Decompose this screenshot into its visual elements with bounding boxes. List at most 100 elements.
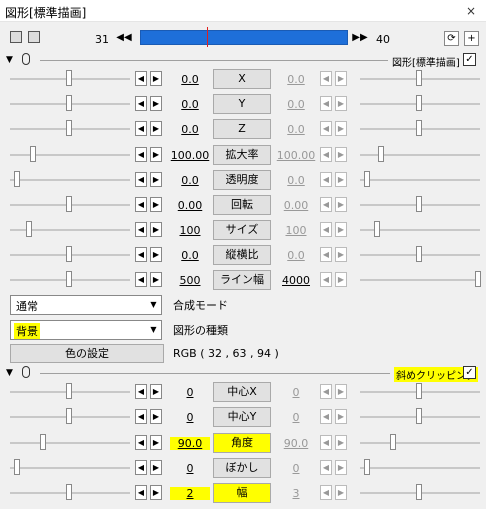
param-button[interactable]: 角度 [213, 433, 271, 453]
start-value[interactable]: 0 [170, 462, 210, 475]
left-slider-track[interactable] [10, 467, 130, 469]
increment-icon[interactable]: ▶ [335, 147, 347, 162]
start-value[interactable]: 0 [170, 411, 210, 424]
right-slider-track[interactable] [360, 279, 480, 281]
blend-mode-select[interactable]: 通常 ▼ [10, 295, 162, 315]
left-slider-thumb[interactable] [14, 171, 20, 187]
decrement-icon[interactable]: ◀ [135, 460, 147, 475]
param-button[interactable]: 拡大率 [213, 145, 271, 165]
increment-icon[interactable]: ▶ [335, 384, 347, 399]
start-value[interactable]: 0 [170, 386, 210, 399]
param-button[interactable]: 回転 [213, 195, 271, 215]
loop-icon[interactable]: ⟳ [444, 31, 459, 46]
end-value[interactable]: 0 [276, 462, 316, 475]
end-value[interactable]: 4000 [276, 274, 316, 287]
decrement-icon[interactable]: ◀ [135, 121, 147, 136]
increment-icon[interactable]: ▶ [150, 247, 162, 262]
end-value[interactable]: 100.00 [276, 149, 316, 162]
right-slider-track[interactable] [360, 442, 480, 444]
increment-icon[interactable]: ▶ [150, 147, 162, 162]
increment-icon[interactable]: ▶ [335, 460, 347, 475]
section-enable-checkbox[interactable]: ✓ [463, 366, 476, 379]
left-slider-thumb[interactable] [26, 221, 32, 237]
end-value[interactable]: 90.0 [276, 437, 316, 450]
decrement-icon[interactable]: ◀ [135, 222, 147, 237]
increment-icon[interactable]: ▶ [150, 485, 162, 500]
increment-icon[interactable]: ▶ [335, 96, 347, 111]
decrement-icon[interactable]: ◀ [320, 247, 332, 262]
layer-icon[interactable] [10, 31, 22, 43]
decrement-icon[interactable]: ◀ [320, 409, 332, 424]
increment-icon[interactable]: ▶ [335, 222, 347, 237]
right-slider-thumb[interactable] [416, 70, 422, 86]
left-slider-thumb[interactable] [66, 484, 72, 500]
decrement-icon[interactable]: ◀ [135, 71, 147, 86]
increment-icon[interactable]: ▶ [150, 460, 162, 475]
section-enable-checkbox[interactable]: ✓ [463, 53, 476, 66]
decrement-icon[interactable]: ◀ [135, 435, 147, 450]
end-value[interactable]: 0 [276, 411, 316, 424]
increment-icon[interactable]: ▶ [150, 409, 162, 424]
end-value[interactable]: 0.0 [276, 174, 316, 187]
left-slider-thumb[interactable] [66, 70, 72, 86]
left-slider-track[interactable] [10, 442, 130, 444]
increment-icon[interactable]: ▶ [150, 121, 162, 136]
end-value[interactable]: 0.0 [276, 73, 316, 86]
start-value[interactable]: 500 [170, 274, 210, 287]
timeline-range[interactable] [140, 30, 348, 45]
increment-icon[interactable]: ▶ [150, 272, 162, 287]
increment-icon[interactable]: ▶ [335, 409, 347, 424]
decrement-icon[interactable]: ◀ [320, 272, 332, 287]
close-icon[interactable]: × [456, 0, 486, 22]
left-slider-thumb[interactable] [66, 95, 72, 111]
collapse-arrow-icon[interactable]: ▼ [6, 55, 13, 65]
right-slider-thumb[interactable] [416, 95, 422, 111]
increment-icon[interactable]: ▶ [335, 121, 347, 136]
end-value[interactable]: 0.00 [276, 199, 316, 212]
end-value[interactable]: 0.0 [276, 98, 316, 111]
param-button[interactable]: ぼかし [213, 458, 271, 478]
increment-icon[interactable]: ▶ [150, 384, 162, 399]
start-value[interactable]: 100 [170, 224, 210, 237]
param-button[interactable]: X [213, 69, 271, 89]
end-value[interactable]: 100 [276, 224, 316, 237]
param-button[interactable]: ライン幅 [213, 270, 271, 290]
decrement-icon[interactable]: ◀ [320, 197, 332, 212]
frame-icon[interactable] [28, 31, 40, 43]
left-slider-thumb[interactable] [66, 408, 72, 424]
increment-icon[interactable]: ▶ [335, 435, 347, 450]
left-slider-thumb[interactable] [66, 271, 72, 287]
left-slider-track[interactable] [10, 154, 130, 156]
decrement-icon[interactable]: ◀ [135, 96, 147, 111]
increment-icon[interactable]: ▶ [150, 435, 162, 450]
decrement-icon[interactable]: ◀ [320, 147, 332, 162]
decrement-icon[interactable]: ◀ [135, 409, 147, 424]
collapse-arrow-icon[interactable]: ▼ [6, 368, 13, 378]
right-slider-thumb[interactable] [378, 146, 384, 162]
increment-icon[interactable]: ▶ [335, 272, 347, 287]
param-button[interactable]: サイズ [213, 220, 271, 240]
right-slider-thumb[interactable] [364, 171, 370, 187]
left-slider-track[interactable] [10, 179, 130, 181]
increment-icon[interactable]: ▶ [150, 222, 162, 237]
decrement-icon[interactable]: ◀ [135, 172, 147, 187]
param-button[interactable]: 透明度 [213, 170, 271, 190]
decrement-icon[interactable]: ◀ [320, 96, 332, 111]
playhead-marker[interactable] [207, 27, 208, 47]
decrement-icon[interactable]: ◀ [135, 384, 147, 399]
start-value[interactable]: 90.0 [170, 437, 210, 450]
right-slider-thumb[interactable] [390, 434, 396, 450]
param-button[interactable]: Z [213, 119, 271, 139]
start-value[interactable]: 0.00 [170, 199, 210, 212]
start-value[interactable]: 2 [170, 487, 210, 500]
decrement-icon[interactable]: ◀ [135, 272, 147, 287]
end-value[interactable]: 0.0 [276, 123, 316, 136]
left-slider-thumb[interactable] [40, 434, 46, 450]
left-slider-thumb[interactable] [66, 196, 72, 212]
increment-icon[interactable]: ▶ [150, 172, 162, 187]
decrement-icon[interactable]: ◀ [320, 435, 332, 450]
param-button[interactable]: Y [213, 94, 271, 114]
start-value[interactable]: 0.0 [170, 174, 210, 187]
decrement-icon[interactable]: ◀ [320, 71, 332, 86]
decrement-icon[interactable]: ◀ [320, 384, 332, 399]
